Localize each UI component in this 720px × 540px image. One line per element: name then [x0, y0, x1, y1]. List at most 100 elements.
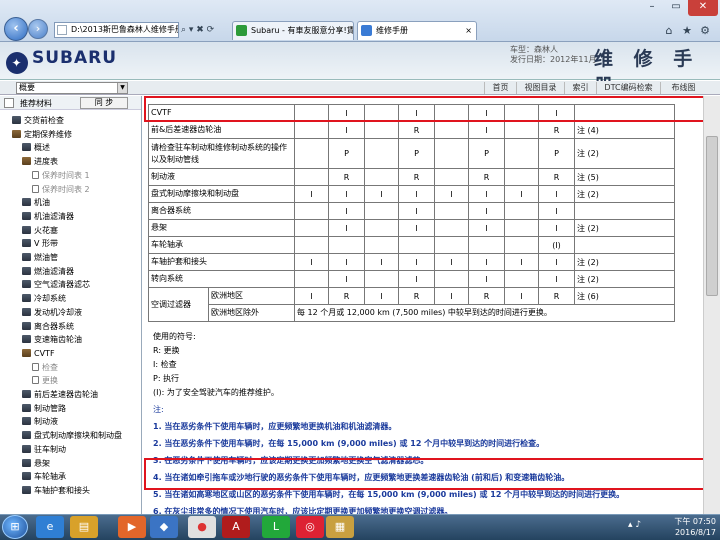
line-taskbar-icon[interactable]: L [262, 516, 290, 538]
address-controls[interactable]: ⌕ ▾ ✖ ⟳ [181, 23, 229, 37]
toc-item[interactable]: 制动管路 [22, 402, 66, 415]
address-bar[interactable]: D:\2013斯巴鲁森林人维修手册\index.h [54, 22, 179, 38]
book-icon [22, 444, 31, 453]
open-book-icon [22, 157, 31, 166]
site-icon [236, 25, 247, 36]
toc-item[interactable]: 进度表 [22, 155, 58, 168]
start-button[interactable]: ⊞ [2, 515, 28, 539]
page-icon [32, 170, 39, 179]
schedule-cell: I [328, 121, 365, 139]
date-line: 发行日期：2012年11月 [510, 55, 597, 64]
schedule-cell [504, 121, 539, 139]
schedule-cell: R [398, 287, 435, 305]
toc-item[interactable]: 车轴护套和接头 [22, 484, 90, 497]
row-note: 注 (2) [574, 253, 675, 271]
row-label: 制动液 [148, 168, 295, 186]
close-window-icon[interactable]: ✕ [688, 0, 718, 16]
toc-item[interactable]: 燃油滤清器 [22, 265, 74, 278]
toc-item-label: 前后差速器齿轮油 [34, 390, 98, 399]
toc-item[interactable]: 盘式制动摩擦块和制动盘 [22, 429, 122, 442]
tray-icons[interactable]: ▴ ♪ [628, 520, 658, 534]
tab-manual[interactable]: 维修手册 × [357, 21, 477, 40]
sidebar-title: 推荐材料 [20, 99, 52, 108]
gear-icon[interactable]: ⚙ [698, 24, 712, 38]
material-icon [4, 98, 14, 108]
toc-item[interactable]: 定期保养维修 [12, 128, 72, 141]
schedule-cell: I [328, 253, 365, 271]
toc-item[interactable]: 发动机冷却液 [22, 306, 82, 319]
minimize-icon[interactable]: – [640, 0, 664, 16]
maximize-icon[interactable]: ▭ [664, 0, 688, 16]
table-row: 请检查驻车制动和维修制动系统的操作以及制动管线 P P P P 注 (2) [148, 138, 675, 169]
toc-item[interactable]: 保养时间表 2 [32, 183, 90, 196]
forward-arrow-icon[interactable]: › [28, 19, 48, 39]
close-tab-icon[interactable]: × [465, 22, 472, 39]
nav-view-toc[interactable]: 视图目录 [516, 82, 564, 94]
home-icon[interactable]: ⌂ [662, 24, 676, 38]
book-icon [22, 458, 31, 467]
toc-item[interactable]: 离合器系统 [22, 320, 74, 333]
toc-item[interactable]: 更换 [32, 374, 58, 387]
toc-item[interactable]: 制动液 [22, 415, 58, 428]
toc-item[interactable]: 概述 [22, 141, 50, 154]
outline-select[interactable]: 概要 ▼ [16, 82, 128, 94]
toc-item[interactable]: V 形带 [22, 237, 58, 250]
toc-item[interactable]: 燃油管 [22, 251, 58, 264]
table-row: 前&后差速器齿轮油 I R I R 注 (4) [148, 121, 675, 139]
sidebar-toolbar: 推荐材料 同 步 [0, 96, 141, 110]
tab-subaru[interactable]: Subaru - 有車友服意分享!賃5... [232, 21, 354, 40]
toc-item[interactable]: 空气滤清器滤芯 [22, 278, 90, 291]
app3-taskbar-icon[interactable]: ▦ [326, 516, 354, 538]
autocad-taskbar-icon[interactable]: A [222, 516, 250, 538]
book-icon [12, 116, 21, 124]
toc-item[interactable]: 保养时间表 1 [32, 169, 90, 182]
nav-home[interactable]: 首页 [484, 82, 516, 94]
app-taskbar-icon[interactable]: ◆ [150, 516, 178, 538]
book-icon [22, 403, 31, 412]
toc-item[interactable]: CVTF [22, 347, 55, 360]
taskbar-clock[interactable]: 下午 07:50 2016/8/17 [660, 516, 716, 538]
ie-taskbar-icon[interactable]: e [36, 516, 64, 538]
toc-item-label: 交货前检查 [24, 116, 64, 125]
app2-taskbar-icon[interactable]: ◎ [296, 516, 324, 538]
toc-item[interactable]: 车轮轴承 [22, 470, 66, 483]
sync-button[interactable]: 同 步 [80, 97, 128, 109]
schedule-cell: I [364, 253, 399, 271]
schedule-cell: I [434, 287, 469, 305]
row-label: 悬架 [148, 219, 295, 237]
book-icon [22, 225, 31, 234]
toc-item[interactable]: 冷却系统 [22, 292, 66, 305]
toc-item[interactable]: 机油滤清器 [22, 210, 74, 223]
nav-wiring[interactable]: 布线图 [660, 82, 706, 94]
scrollbar-thumb[interactable] [706, 136, 718, 296]
toc-item[interactable]: 交货前检查 [12, 114, 64, 127]
toc-item[interactable]: 检查 [32, 361, 58, 374]
row-label: 前&后差速器齿轮油 [148, 121, 295, 139]
schedule-cell [504, 202, 539, 220]
media-player-icon[interactable]: ▶ [118, 516, 146, 538]
schedule-cell [364, 202, 399, 220]
vertical-scrollbar[interactable] [703, 96, 720, 514]
toc-item[interactable]: 驻车制动 [22, 443, 66, 456]
toc-item-label: 概述 [34, 143, 50, 153]
schedule-cell: P [468, 138, 505, 169]
schedule-cell: R [328, 287, 365, 305]
back-arrow-icon[interactable]: ‹ [4, 17, 28, 41]
toc-item-label: 变速箱齿轮油 [34, 335, 82, 345]
explorer-taskbar-icon[interactable]: ▤ [70, 516, 98, 538]
model-info: 车型：森林人 发行日期：2012年11月 [510, 45, 597, 65]
toc-item[interactable]: 变速箱齿轮油 [22, 333, 82, 346]
book-icon [22, 294, 31, 303]
toc-item[interactable]: 火花塞 [22, 224, 58, 237]
nav-dtc-search[interactable]: DTC编码检索 [596, 82, 660, 94]
nav-index[interactable]: 索引 [564, 82, 596, 94]
toc-item[interactable]: 悬架 [22, 457, 50, 470]
row-note: 注 (2) [574, 185, 675, 203]
schedule-cell: I [328, 202, 365, 220]
toc-item[interactable]: 前后差速器齿轮油 [22, 388, 98, 401]
chrome-taskbar-icon[interactable]: ● [188, 516, 216, 538]
toc-item[interactable]: 机油 [22, 196, 50, 209]
favorites-icon[interactable]: ★ [680, 24, 694, 38]
book-icon [22, 472, 31, 481]
table-row: 转向系统 I I I I 注 (2) [148, 270, 675, 288]
